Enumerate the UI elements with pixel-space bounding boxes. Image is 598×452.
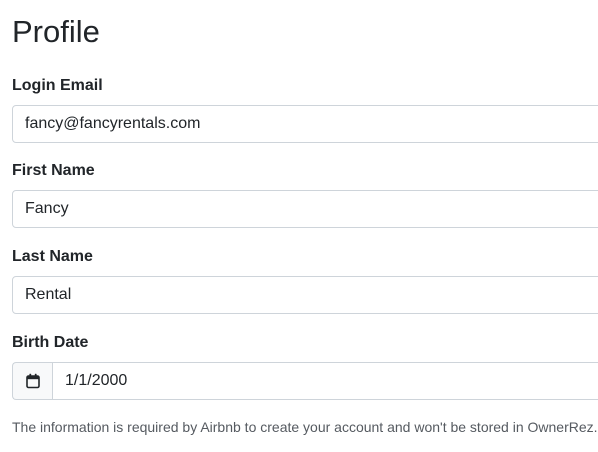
birth-date-group: Birth Date	[12, 333, 598, 400]
last-name-group: Last Name	[12, 247, 598, 314]
birth-date-input-group	[12, 362, 598, 400]
first-name-input[interactable]	[12, 190, 598, 228]
help-text: The information is required by Airbnb to…	[12, 419, 598, 435]
last-name-input[interactable]	[12, 276, 598, 314]
last-name-label: Last Name	[12, 248, 93, 265]
login-email-group: Login Email	[12, 76, 598, 143]
birth-date-label: Birth Date	[12, 334, 89, 351]
login-email-label: Login Email	[12, 77, 103, 94]
page-title: Profile	[12, 14, 100, 49]
first-name-group: First Name	[12, 161, 598, 228]
first-name-label: First Name	[12, 162, 95, 179]
login-email-input[interactable]	[12, 105, 598, 143]
profile-page: Profile Login Email First Name Last Name…	[0, 0, 598, 452]
birth-date-input[interactable]	[52, 362, 598, 400]
calendar-icon[interactable]	[12, 362, 52, 400]
